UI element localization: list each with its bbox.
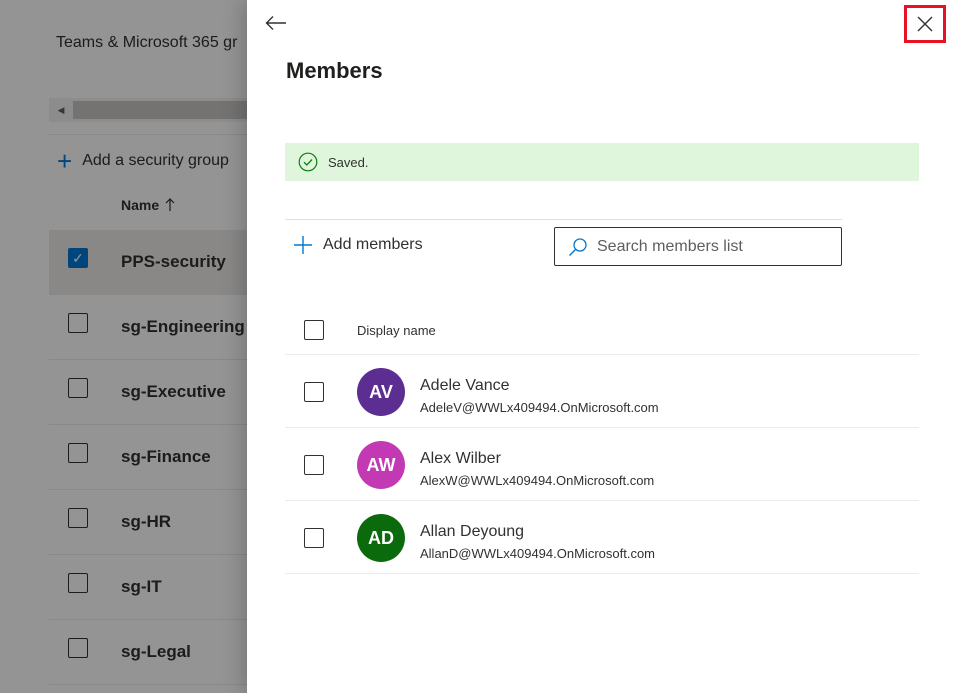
back-button[interactable] <box>263 10 289 36</box>
member-name: Allan Deyoung <box>420 523 525 540</box>
select-all-checkbox[interactable] <box>304 320 324 340</box>
list-item[interactable]: AD Allan Deyoung AllanD@WWLx409494.OnMic… <box>285 501 919 574</box>
member-checkbox[interactable] <box>304 528 324 548</box>
check-circle-icon <box>298 152 318 172</box>
members-panel: Members Saved. Add members Display name … <box>247 0 955 693</box>
list-item[interactable]: AW Alex Wilber AlexW@WWLx409494.OnMicros… <box>285 428 919 501</box>
column-header-display-name[interactable]: Display name <box>357 323 436 338</box>
member-email: AlexW@WWLx409494.OnMicrosoft.com <box>420 473 655 488</box>
close-icon <box>917 16 933 32</box>
command-bar-divider <box>285 219 842 220</box>
member-checkbox[interactable] <box>304 382 324 402</box>
member-email: AdeleV@WWLx409494.OnMicrosoft.com <box>420 400 659 415</box>
avatar: AW <box>357 441 405 489</box>
member-checkbox[interactable] <box>304 455 324 475</box>
avatar: AD <box>357 514 405 562</box>
list-item[interactable]: AV Adele Vance AdeleV@WWLx409494.OnMicro… <box>285 355 919 428</box>
member-name: Adele Vance <box>420 377 510 394</box>
avatar: AV <box>357 368 405 416</box>
search-members-input[interactable] <box>597 237 817 256</box>
members-list-header: Display name <box>285 305 919 355</box>
panel-title: Members <box>286 58 383 83</box>
success-message-bar: Saved. <box>285 143 919 181</box>
member-email: AllanD@WWLx409494.OnMicrosoft.com <box>420 546 655 561</box>
plus-icon <box>294 236 312 254</box>
arrow-left-icon <box>265 16 286 30</box>
search-members-box[interactable] <box>554 227 842 266</box>
add-members-label: Add members <box>323 236 423 253</box>
add-members-button[interactable]: Add members <box>293 235 423 255</box>
close-button[interactable] <box>904 5 946 43</box>
success-message-text: Saved. <box>328 154 369 170</box>
members-list: AV Adele Vance AdeleV@WWLx409494.OnMicro… <box>285 355 919 574</box>
search-icon <box>569 237 587 256</box>
member-name: Alex Wilber <box>420 450 501 467</box>
